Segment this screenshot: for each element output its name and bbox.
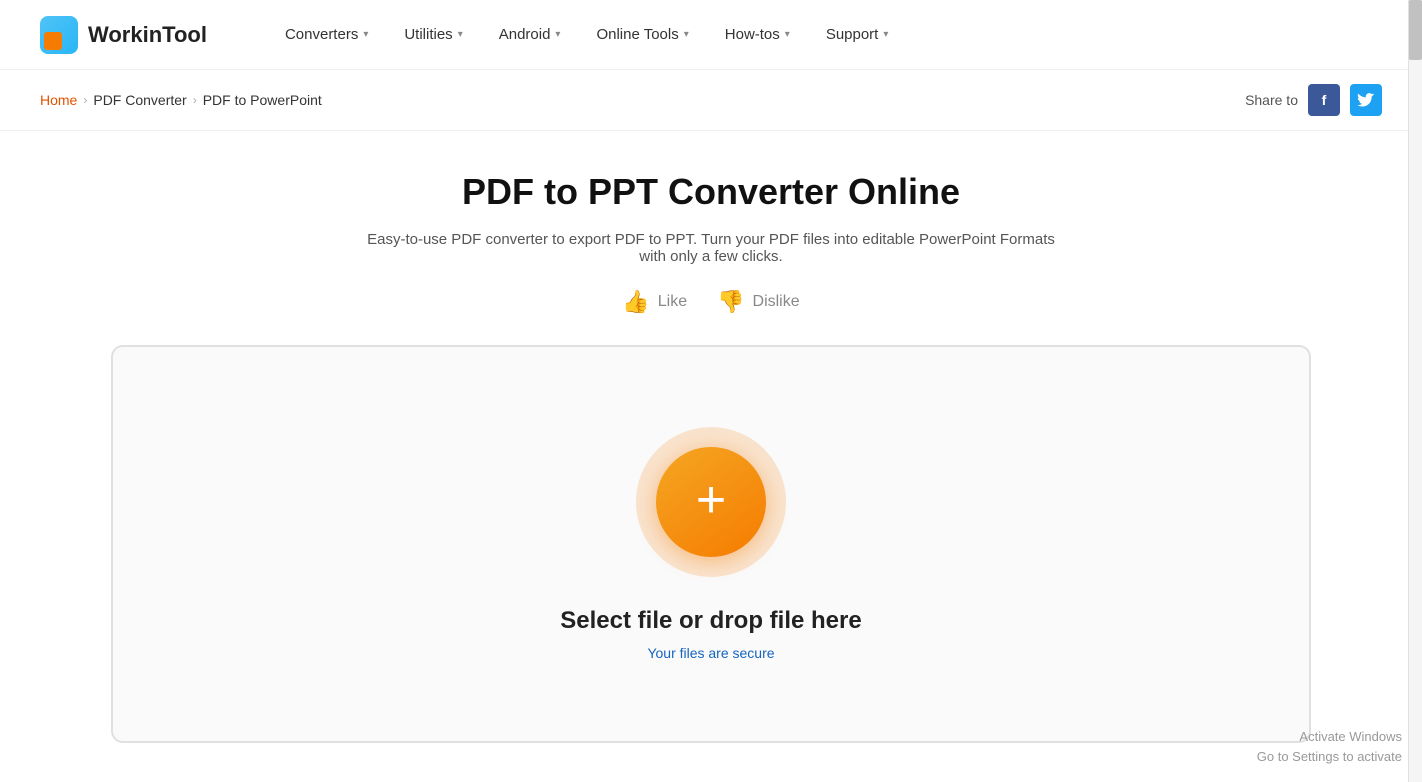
logo-link[interactable]: WorkinTool bbox=[40, 16, 207, 54]
feedback-area: 👍 Like 👎 Dislike bbox=[40, 289, 1382, 315]
upload-circle-inner: + bbox=[656, 447, 766, 557]
breadcrumb-home[interactable]: Home bbox=[40, 92, 77, 108]
activate-windows-notice: Activate Windows Go to Settings to activ… bbox=[1237, 711, 1422, 782]
upload-main-text: Select file or drop file here bbox=[560, 607, 861, 635]
nav-how-tos[interactable]: How-tos ▾ bbox=[707, 0, 808, 70]
thumbs-up-icon: 👍 bbox=[622, 289, 649, 315]
page-title: PDF to PPT Converter Online bbox=[40, 171, 1382, 213]
nav-support[interactable]: Support ▾ bbox=[808, 0, 907, 70]
upload-area[interactable]: + Select file or drop file here Your fil… bbox=[111, 345, 1311, 743]
share-facebook-button[interactable]: f bbox=[1308, 84, 1340, 116]
main-content: PDF to PPT Converter Online Easy-to-use … bbox=[0, 131, 1422, 763]
share-label: Share to bbox=[1245, 92, 1298, 108]
chevron-down-icon: ▾ bbox=[458, 29, 463, 40]
dislike-button[interactable]: 👎 Dislike bbox=[717, 289, 800, 315]
share-area: Share to f bbox=[1245, 84, 1382, 116]
thumbs-down-icon: 👎 bbox=[717, 289, 744, 315]
chevron-down-icon: ▾ bbox=[785, 29, 790, 40]
like-button[interactable]: 👍 Like bbox=[622, 289, 687, 315]
scrollbar-thumb[interactable] bbox=[1409, 0, 1422, 60]
upload-circle-outer: + bbox=[636, 427, 786, 577]
page-description: Easy-to-use PDF converter to export PDF … bbox=[361, 231, 1061, 265]
logo-icon bbox=[40, 16, 78, 54]
breadcrumb-sep-1: › bbox=[83, 93, 87, 107]
main-nav: Converters ▾ Utilities ▾ Android ▾ Onlin… bbox=[267, 0, 1382, 70]
nav-online-tools[interactable]: Online Tools ▾ bbox=[578, 0, 706, 70]
chevron-down-icon: ▾ bbox=[363, 29, 368, 40]
breadcrumb-current: PDF to PowerPoint bbox=[203, 92, 322, 108]
header: WorkinTool Converters ▾ Utilities ▾ Andr… bbox=[0, 0, 1422, 70]
plus-icon: + bbox=[696, 474, 726, 526]
nav-utilities[interactable]: Utilities ▾ bbox=[386, 0, 480, 70]
breadcrumb-sep-2: › bbox=[193, 93, 197, 107]
logo-text: WorkinTool bbox=[88, 22, 207, 48]
chevron-down-icon: ▾ bbox=[883, 29, 888, 40]
nav-converters[interactable]: Converters ▾ bbox=[267, 0, 386, 70]
breadcrumb-bar: Home › PDF Converter › PDF to PowerPoint… bbox=[0, 70, 1422, 131]
breadcrumb-pdf-converter[interactable]: PDF Converter bbox=[93, 92, 186, 108]
upload-secure-text: Your files are secure bbox=[647, 645, 774, 661]
nav-android[interactable]: Android ▾ bbox=[481, 0, 579, 70]
scrollbar[interactable] bbox=[1408, 0, 1422, 782]
chevron-down-icon: ▾ bbox=[555, 29, 560, 40]
share-twitter-button[interactable] bbox=[1350, 84, 1382, 116]
chevron-down-icon: ▾ bbox=[684, 29, 689, 40]
breadcrumb: Home › PDF Converter › PDF to PowerPoint bbox=[40, 92, 1245, 108]
